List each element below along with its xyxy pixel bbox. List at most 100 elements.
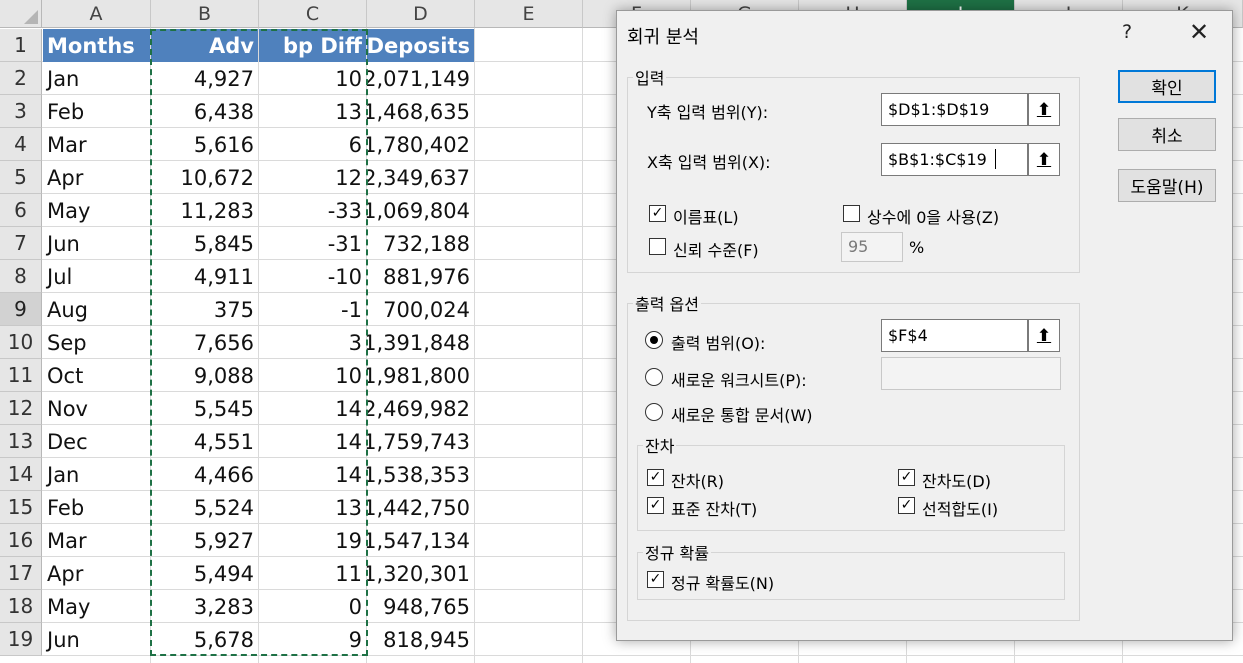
- line-fit-plots-label: 선적합도(I): [922, 500, 999, 519]
- cell-month[interactable]: Sep: [43, 326, 150, 359]
- output-range-input[interactable]: $F$4: [881, 319, 1028, 352]
- header-months[interactable]: Months: [43, 29, 150, 62]
- cell-deposits[interactable]: 1,981,800: [367, 359, 474, 392]
- normal-probability-group-label: 정규 확률: [643, 540, 711, 564]
- cell-month[interactable]: Jun: [43, 623, 150, 656]
- cell-deposits[interactable]: 1,547,134: [367, 524, 474, 557]
- close-icon[interactable]: ✕: [1185, 16, 1213, 48]
- help-icon[interactable]: ?: [1122, 21, 1132, 43]
- cell-month[interactable]: Oct: [43, 359, 150, 392]
- cell-deposits[interactable]: 1,320,301: [367, 557, 474, 590]
- confidence-checkbox[interactable]: [649, 238, 666, 255]
- cell-month[interactable]: Jul: [43, 260, 150, 293]
- cell-deposits[interactable]: 1,780,402: [367, 128, 474, 161]
- row-header-10[interactable]: 10: [0, 326, 42, 359]
- copy-selection-marquee: [150, 29, 368, 656]
- cell-deposits[interactable]: 818,945: [367, 623, 474, 656]
- standardized-residuals-label: 표준 잔차(T): [671, 500, 758, 519]
- cell-month[interactable]: Feb: [43, 95, 150, 128]
- col-header-b[interactable]: B: [151, 0, 259, 28]
- cell-deposits[interactable]: 1,759,743: [367, 425, 474, 458]
- cell-month[interactable]: Mar: [43, 524, 150, 557]
- residual-plots-checkbox[interactable]: ✓: [898, 469, 915, 486]
- cell-deposits[interactable]: 2,469,982: [367, 392, 474, 425]
- cell-month[interactable]: May: [43, 590, 150, 623]
- cell-deposits[interactable]: 1,468,635: [367, 95, 474, 128]
- line-fit-plots-checkbox[interactable]: ✓: [898, 497, 915, 514]
- cell-month[interactable]: Jan: [43, 458, 150, 491]
- output-group-label: 출력 옵션: [633, 291, 701, 315]
- row-header-9[interactable]: 9: [0, 293, 42, 326]
- output-range-collapse-button[interactable]: ⬆: [1028, 319, 1060, 352]
- cell-month[interactable]: Aug: [43, 293, 150, 326]
- cell-month[interactable]: Dec: [43, 425, 150, 458]
- standardized-residuals-checkbox[interactable]: ✓: [647, 497, 664, 514]
- col-header-d[interactable]: D: [367, 0, 475, 28]
- row-header-19[interactable]: 19: [0, 623, 42, 656]
- cell-deposits[interactable]: 948,765: [367, 590, 474, 623]
- cancel-button[interactable]: 취소: [1118, 118, 1216, 151]
- cell-month[interactable]: Nov: [43, 392, 150, 425]
- ok-button[interactable]: 확인: [1118, 70, 1216, 103]
- row-header-14[interactable]: 14: [0, 458, 42, 491]
- cell-deposits[interactable]: 2,071,149: [367, 62, 474, 95]
- col-header-c[interactable]: C: [259, 0, 367, 28]
- cell-deposits[interactable]: 1,538,353: [367, 458, 474, 491]
- help-button[interactable]: 도움말(H): [1118, 169, 1216, 202]
- cell-deposits[interactable]: 1,069,804: [367, 194, 474, 227]
- confidence-input[interactable]: 95: [841, 232, 903, 262]
- confidence-label: 신뢰 수준(F): [673, 241, 759, 260]
- col-header-e[interactable]: E: [475, 0, 583, 28]
- row-header-8[interactable]: 8: [0, 260, 42, 293]
- cell-month[interactable]: Feb: [43, 491, 150, 524]
- cell-deposits[interactable]: 1,391,848: [367, 326, 474, 359]
- dialog-title: 회귀 분석: [627, 27, 699, 48]
- cell-deposits[interactable]: 700,024: [367, 293, 474, 326]
- row-header-13[interactable]: 13: [0, 425, 42, 458]
- row-header-15[interactable]: 15: [0, 491, 42, 524]
- new-worksheet-input[interactable]: [881, 357, 1061, 390]
- new-workbook-radio[interactable]: [645, 403, 663, 421]
- cell-month[interactable]: Apr: [43, 557, 150, 590]
- labels-label: 이름표(L): [673, 208, 739, 227]
- cell-month[interactable]: Jun: [43, 227, 150, 260]
- cell-month[interactable]: Apr: [43, 161, 150, 194]
- y-range-collapse-button[interactable]: ⬆: [1028, 93, 1060, 126]
- normal-probability-plots-checkbox[interactable]: ✓: [647, 571, 664, 588]
- cell-deposits[interactable]: 881,976: [367, 260, 474, 293]
- cell-deposits[interactable]: 1,442,750: [367, 491, 474, 524]
- cell-deposits[interactable]: 2,349,637: [367, 161, 474, 194]
- x-range-input[interactable]: $B$1:$C$19: [881, 143, 1028, 176]
- constant-zero-checkbox[interactable]: [843, 205, 860, 222]
- row-header-4[interactable]: 4: [0, 128, 42, 161]
- row-header-6[interactable]: 6: [0, 194, 42, 227]
- row-header-11[interactable]: 11: [0, 359, 42, 392]
- cell-month[interactable]: Mar: [43, 128, 150, 161]
- collapse-arrow-icon: ⬆: [1036, 149, 1052, 170]
- cell-month[interactable]: Jan: [43, 62, 150, 95]
- output-range-radio[interactable]: [645, 331, 663, 349]
- row-header-2[interactable]: 2: [0, 62, 42, 95]
- row-header-3[interactable]: 3: [0, 95, 42, 128]
- new-workbook-label: 새로운 통합 문서(W): [671, 406, 813, 425]
- x-range-collapse-button[interactable]: ⬆: [1028, 143, 1060, 176]
- cell-month[interactable]: May: [43, 194, 150, 227]
- row-header-7[interactable]: 7: [0, 227, 42, 260]
- regression-dialog: 회귀 분석 ? ✕ 입력 Y축 입력 범위(Y): $D$1:$D$19 ⬆ X…: [616, 10, 1233, 641]
- select-all-corner[interactable]: [0, 0, 42, 28]
- residuals-checkbox[interactable]: ✓: [647, 469, 664, 486]
- row-header-16[interactable]: 16: [0, 524, 42, 557]
- row-header-5[interactable]: 5: [0, 161, 42, 194]
- row-header-12[interactable]: 12: [0, 392, 42, 425]
- new-worksheet-radio[interactable]: [645, 368, 663, 386]
- header-deposits[interactable]: Deposits: [367, 29, 474, 62]
- labels-checkbox[interactable]: ✓: [649, 205, 666, 222]
- residuals-label: 잔차(R): [671, 472, 725, 491]
- row-header-1[interactable]: 1: [0, 29, 42, 62]
- cell-deposits[interactable]: 732,188: [367, 227, 474, 260]
- row-header-17[interactable]: 17: [0, 557, 42, 590]
- collapse-arrow-icon: ⬆: [1036, 325, 1052, 346]
- y-range-input[interactable]: $D$1:$D$19: [881, 93, 1028, 126]
- col-header-a[interactable]: A: [42, 0, 151, 28]
- row-header-18[interactable]: 18: [0, 590, 42, 623]
